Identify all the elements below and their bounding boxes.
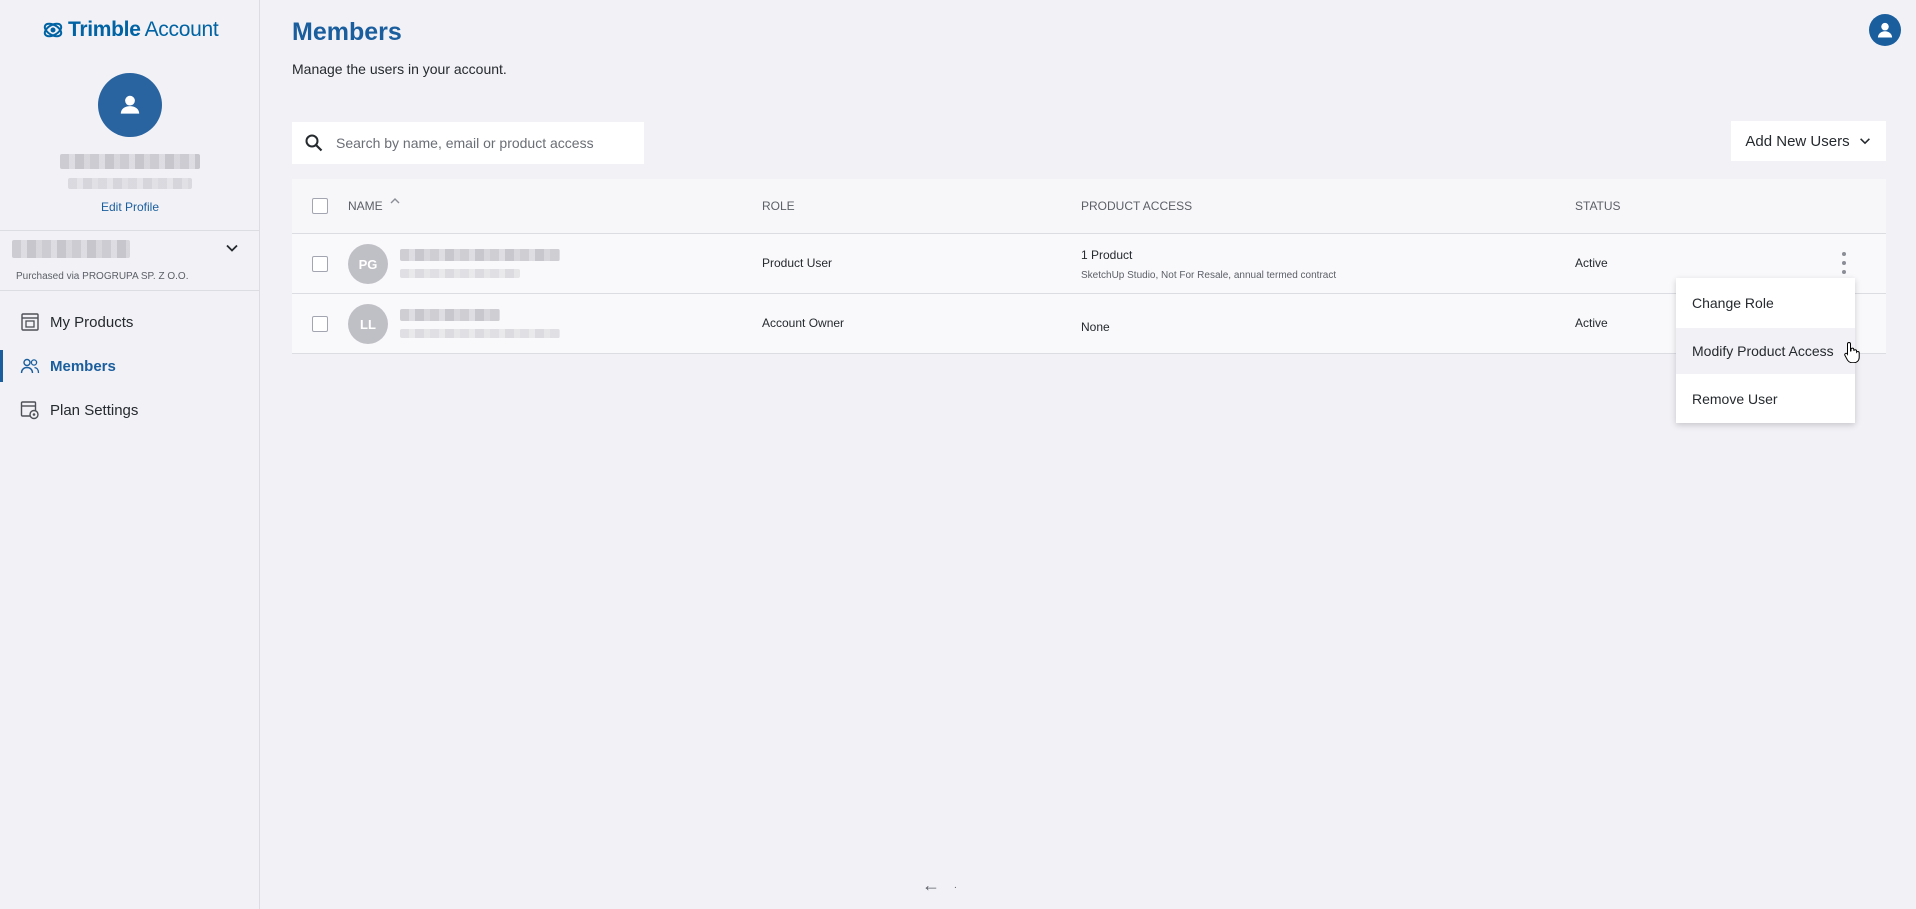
sidebar-item-plan-settings[interactable]: Plan Settings — [0, 390, 260, 430]
menu-item-change-role[interactable]: Change Role — [1676, 280, 1855, 326]
role-cell: Product User — [762, 256, 833, 270]
table-header: NAME ROLE PRODUCT ACCESS STATUS — [292, 179, 1886, 234]
page-subtitle: Manage the users in your account. — [292, 61, 507, 77]
profile-email-redacted — [68, 178, 192, 189]
sidebar-item-my-products[interactable]: My Products — [0, 302, 260, 342]
column-header-name[interactable]: NAME — [348, 199, 383, 213]
product-detail: SketchUp Studio, Not For Resale, annual … — [1081, 270, 1337, 281]
avatar: PG — [348, 244, 388, 284]
more-actions-icon[interactable] — [1840, 252, 1848, 274]
window-box-icon — [21, 313, 39, 331]
sidebar-item-members[interactable]: Members — [0, 346, 260, 386]
previous-page-arrow-icon[interactable]: ← — [922, 875, 940, 896]
table-row[interactable]: LL Account Owner None Active — [292, 294, 1886, 354]
add-new-users-label: Add New Users — [1745, 132, 1850, 150]
member-name-redacted — [400, 309, 500, 321]
table-row[interactable]: PG Product User 1 Product SketchUp Studi… — [292, 234, 1886, 294]
divider — [0, 230, 260, 231]
sort-ascending-icon[interactable] — [389, 196, 401, 206]
status-cell: Active — [1575, 316, 1608, 330]
search-input[interactable] — [336, 135, 626, 151]
menu-item-remove-user[interactable]: Remove User — [1676, 376, 1855, 422]
member-email-redacted — [400, 269, 520, 278]
page-title: Members — [292, 18, 402, 46]
member-email-redacted — [400, 329, 560, 338]
row-checkbox[interactable] — [312, 316, 328, 332]
product-access-cell: 1 Product SketchUp Studio, Not For Resal… — [1081, 248, 1336, 281]
user-icon — [120, 95, 140, 114]
profile-avatar[interactable] — [98, 73, 162, 137]
window-gear-icon — [20, 401, 39, 420]
avatar: LL — [348, 304, 388, 344]
search-icon — [305, 134, 323, 152]
sidebar-item-label: My Products — [50, 313, 134, 331]
sidebar-item-label: Members — [50, 357, 116, 375]
role-cell: Account Owner — [762, 316, 845, 330]
profile-name-redacted — [60, 154, 200, 169]
add-new-users-button[interactable]: Add New Users — [1731, 121, 1886, 161]
product-access-cell: None — [1081, 320, 1110, 334]
divider — [0, 290, 260, 291]
pagination: ← . — [922, 875, 957, 896]
people-icon — [20, 358, 40, 374]
brand-name-bold: Trimble — [68, 18, 141, 41]
row-actions-menu: Change Role Modify Product Access Remove… — [1676, 278, 1855, 423]
org-name-redacted[interactable] — [12, 240, 130, 258]
column-header-role[interactable]: ROLE — [762, 199, 795, 213]
edit-profile-link[interactable]: Edit Profile — [0, 200, 260, 214]
menu-item-modify-product-access[interactable]: Modify Product Access — [1676, 328, 1855, 374]
trimble-account-logo[interactable]: Trimble Account — [42, 18, 219, 42]
row-checkbox[interactable] — [312, 256, 328, 272]
status-cell: Active — [1575, 256, 1608, 270]
purchased-via-text: Purchased via PROGRUPA SP. Z O.O. — [16, 271, 189, 282]
hand-pointer-icon — [1844, 341, 1860, 363]
sidebar: Trimble Account Edit Profile Purchased v… — [0, 0, 260, 909]
column-header-label: NAME — [348, 199, 383, 213]
product-count: 1 Product — [1081, 248, 1133, 262]
sidebar-item-label: Plan Settings — [50, 401, 139, 419]
chevron-down-icon[interactable] — [224, 240, 240, 256]
chevron-down-icon — [1859, 138, 1870, 145]
brand-name-light: Account — [144, 18, 219, 41]
member-name-redacted — [400, 249, 560, 261]
column-header-status[interactable]: STATUS — [1575, 199, 1621, 213]
trimble-globe-icon — [43, 22, 63, 38]
account-menu-button[interactable] — [1869, 14, 1901, 46]
page-indicator: . — [954, 880, 957, 891]
user-icon — [1877, 22, 1893, 38]
members-table: NAME ROLE PRODUCT ACCESS STATUS PG Produ… — [292, 179, 1886, 354]
column-header-product-access[interactable]: PRODUCT ACCESS — [1081, 199, 1192, 213]
search-box[interactable] — [292, 122, 644, 164]
select-all-checkbox[interactable] — [312, 198, 328, 214]
